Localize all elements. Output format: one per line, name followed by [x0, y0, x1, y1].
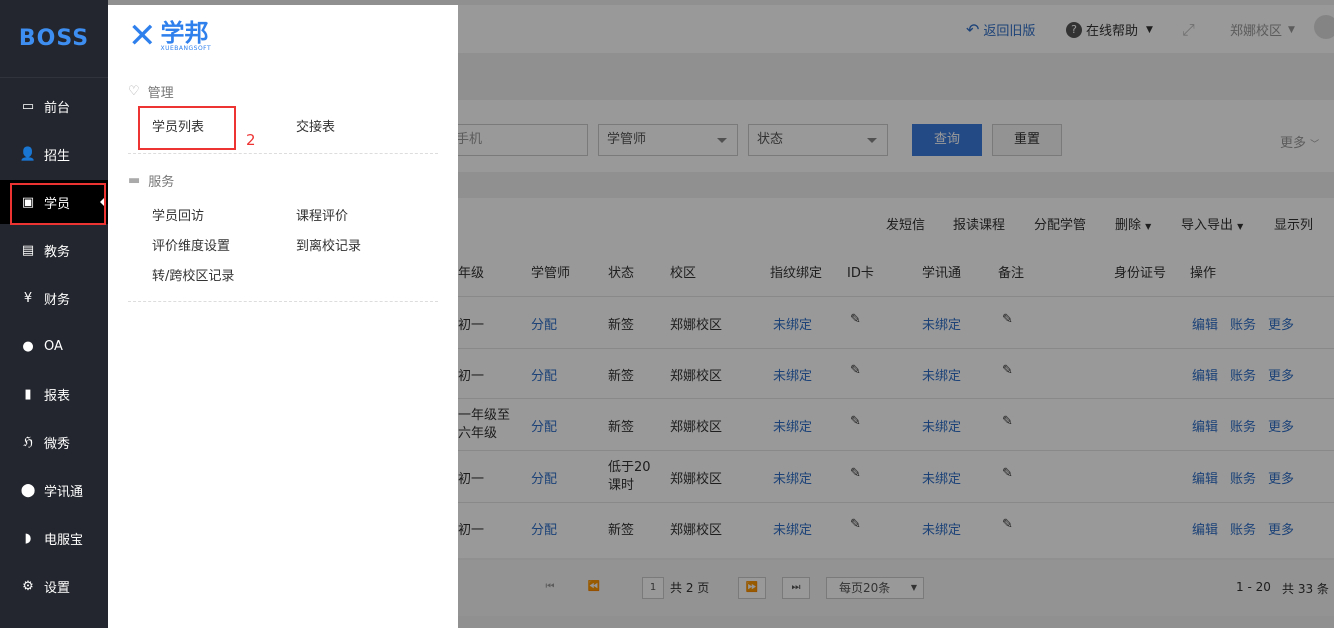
annotation-number-2: 2: [246, 131, 256, 149]
sidebar-item-weixiu[interactable]: ℌ 微秀: [0, 420, 108, 464]
gear-icon: ⚙: [22, 578, 34, 594]
menu-student-visit[interactable]: 学员回访: [152, 205, 204, 224]
x-logo-icon: ✕: [128, 16, 157, 56]
sidebar-item-xxt[interactable]: ⬤ 学讯通: [0, 468, 108, 512]
yen-icon: ¥: [23, 290, 33, 306]
calendar-icon: ▭: [21, 98, 35, 114]
section-title-service: ▬ 服务: [128, 173, 175, 190]
boss-logo[interactable]: BOSS: [0, 0, 108, 78]
heart-icon: ♡: [128, 84, 140, 99]
sidebar: BOSS ▭ 前台 👤 招生 ▣ 学员 ▤ 教务 ¥ 财务 ● OA ▮ 报表 ℌ 微秀 ⬤ 学讯…: [0, 0, 108, 628]
location-pin-icon: ⬤: [20, 482, 36, 498]
menu-course-evaluation[interactable]: 课程评价: [296, 205, 348, 224]
annotation-box-2: [138, 106, 236, 150]
divider: [128, 153, 438, 154]
sidebar-item-dfb[interactable]: ◗ 电服宝: [0, 516, 108, 560]
sidebar-item-academic[interactable]: ▤ 教务: [0, 228, 108, 272]
menu-handover-table[interactable]: 交接表: [296, 116, 335, 135]
add-user-icon: 👤: [19, 146, 37, 162]
sidebar-item-finance[interactable]: ¥ 财务: [0, 276, 108, 320]
sidebar-item-oa[interactable]: ● OA: [0, 324, 108, 368]
xiu-icon: ℌ: [23, 434, 33, 450]
book-icon: ▤: [21, 242, 35, 258]
bar-chart-icon: ▮: [24, 386, 32, 402]
menu-campus-transfer[interactable]: 转/跨校区记录: [152, 265, 234, 284]
menu-attendance-record[interactable]: 到离校记录: [296, 235, 361, 254]
menu-evaluation-dimension[interactable]: 评价维度设置: [152, 235, 230, 254]
sidebar-item-settings[interactable]: ⚙ 设置: [0, 564, 108, 608]
chat-icon: ●: [22, 338, 34, 354]
sidebar-item-frontdesk[interactable]: ▭ 前台: [0, 84, 108, 128]
students-submenu-panel: ✕ 学邦 XUEBANGSOFT ♡ 管理 学员列表 交接表 ▬ 服务 学员回访…: [108, 5, 458, 628]
divider: [128, 301, 438, 302]
sidebar-item-reports[interactable]: ▮ 报表: [0, 372, 108, 416]
xuebang-logo: ✕ 学邦 XUEBANGSOFT: [128, 16, 212, 56]
sidebar-item-enroll[interactable]: 👤 招生: [0, 132, 108, 176]
annotation-box-1: [10, 183, 106, 225]
folder-icon: ▬: [128, 173, 141, 188]
section-title-manage: ♡ 管理: [128, 84, 174, 101]
phone-icon: ◗: [24, 530, 32, 546]
